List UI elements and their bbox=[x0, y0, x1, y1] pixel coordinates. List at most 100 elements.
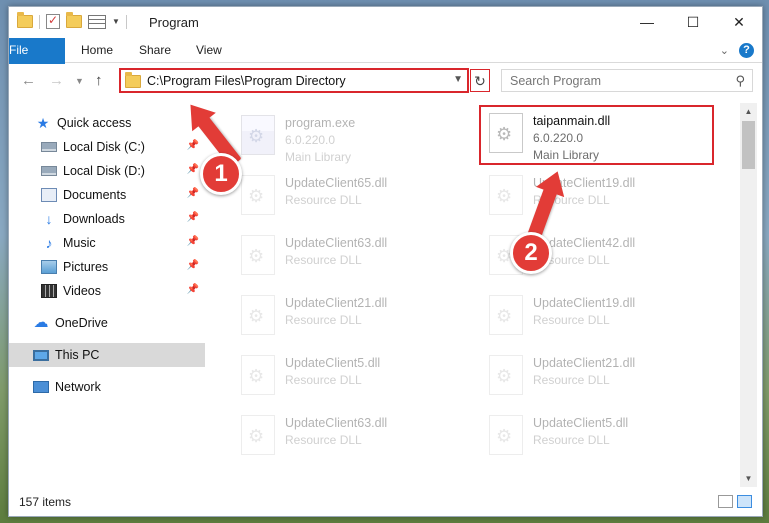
file-item-dll[interactable]: ⚙ UpdateClient21.dll Resource DLL bbox=[481, 349, 716, 401]
address-path[interactable]: C:\Program Files\Program Directory bbox=[147, 74, 346, 88]
sidebar-item-this-pc[interactable]: This PC bbox=[9, 343, 205, 367]
file-description: Main Library bbox=[285, 150, 352, 164]
scrollbar-thumb[interactable] bbox=[742, 121, 755, 169]
network-icon bbox=[33, 381, 49, 393]
file-item-dll[interactable]: ⚙ UpdateClient5.dll Resource DLL bbox=[233, 349, 468, 401]
sidebar-item-quick-access[interactable]: ★ Quick access bbox=[9, 111, 205, 135]
sidebar-item-downloads[interactable]: ↓ Downloads 📌 bbox=[9, 207, 205, 231]
expand-ribbon-chevron-icon[interactable]: ⌄ bbox=[720, 44, 729, 57]
file-item-taipanmain-dll[interactable]: ⚙ taipanmain.dll 6.0.220.0 Main Library bbox=[479, 105, 714, 165]
file-item-program-exe[interactable]: ⚙ program.exe 6.0.220.0 Main Library bbox=[233, 109, 468, 164]
file-name: UpdateClient65.dll bbox=[285, 176, 388, 190]
file-description: Resource DLL bbox=[533, 313, 610, 327]
sidebar-item-label: Pictures bbox=[63, 260, 109, 274]
status-bar: 157 items bbox=[9, 489, 762, 516]
file-name: taipanmain.dll bbox=[533, 114, 611, 128]
file-description: Resource DLL bbox=[285, 433, 362, 447]
file-name: UpdateClient63.dll bbox=[285, 236, 388, 250]
pin-icon[interactable]: 📌 bbox=[187, 188, 199, 199]
sidebar-item-documents[interactable]: Documents 📌 bbox=[9, 183, 205, 207]
minimize-button[interactable]: — bbox=[624, 7, 670, 37]
address-dropdown-chevron-icon[interactable]: ▼ bbox=[453, 74, 463, 85]
sidebar-item-label: Network bbox=[55, 380, 101, 394]
large-icons-view-icon[interactable] bbox=[737, 495, 752, 508]
dll-file-icon: ⚙ bbox=[241, 415, 275, 455]
sidebar-item-label: Music bbox=[63, 236, 96, 250]
file-list: ⚙ program.exe 6.0.220.0 Main Library ⚙ t… bbox=[209, 103, 739, 487]
file-name: program.exe bbox=[285, 116, 356, 130]
documents-icon bbox=[41, 188, 57, 202]
videos-icon bbox=[41, 284, 57, 298]
sidebar-item-label: Local Disk (C:) bbox=[63, 140, 145, 154]
dll-file-icon: ⚙ bbox=[489, 415, 523, 455]
properties-icon[interactable] bbox=[88, 14, 106, 29]
pc-icon bbox=[33, 349, 49, 361]
exe-file-icon: ⚙ bbox=[241, 115, 275, 155]
file-description: Resource DLL bbox=[285, 193, 362, 207]
maximize-button[interactable]: ☐ bbox=[670, 7, 716, 37]
back-arrow-icon[interactable]: ← bbox=[21, 72, 36, 89]
sidebar-item-videos[interactable]: Videos 📌 bbox=[9, 279, 205, 303]
pin-icon[interactable]: 📌 bbox=[187, 140, 199, 151]
file-description: Resource DLL bbox=[533, 433, 610, 447]
file-description: Resource DLL bbox=[533, 373, 610, 387]
file-item-dll[interactable]: ⚙ UpdateClient63.dll Resource DLL bbox=[233, 229, 468, 281]
file-item-dll[interactable]: ⚙ UpdateClient19.dll Resource DLL bbox=[481, 289, 716, 341]
new-folder-icon[interactable] bbox=[66, 12, 82, 28]
tab-view[interactable]: View bbox=[182, 38, 236, 63]
file-name: UpdateClient63.dll bbox=[285, 416, 388, 430]
file-item-dll[interactable]: ⚙ UpdateClient19.dll Resource DLL bbox=[481, 169, 716, 221]
file-description: Resource DLL bbox=[285, 253, 362, 267]
pin-icon[interactable]: 📌 bbox=[187, 164, 199, 175]
file-name: UpdateClient21.dll bbox=[285, 296, 388, 310]
annotation-badge-1: 1 bbox=[200, 153, 242, 195]
file-description: Resource DLL bbox=[285, 373, 362, 387]
disk-icon bbox=[41, 166, 57, 176]
pin-icon[interactable]: 📌 bbox=[187, 260, 199, 271]
dll-file-icon: ⚙ bbox=[241, 235, 275, 275]
ribbon-right-controls: ⌄ ? bbox=[720, 43, 754, 58]
help-icon[interactable]: ? bbox=[739, 43, 754, 58]
search-icon[interactable]: ⚲ bbox=[735, 73, 745, 89]
properties-check-icon[interactable] bbox=[46, 13, 60, 29]
sidebar-item-label: Documents bbox=[63, 188, 127, 202]
annotation-badge-2: 2 bbox=[510, 232, 552, 274]
recent-locations-chevron-icon[interactable]: ▼ bbox=[75, 76, 84, 86]
vertical-scrollbar[interactable]: ▲ ▼ bbox=[740, 103, 757, 487]
dll-file-icon: ⚙ bbox=[489, 175, 523, 215]
file-description: Main Library bbox=[533, 148, 600, 162]
refresh-icon[interactable]: ↻ bbox=[470, 69, 490, 92]
dll-file-icon: ⚙ bbox=[241, 295, 275, 335]
customize-toolbar-dropdown-icon[interactable]: ▼ bbox=[112, 17, 120, 26]
file-item-dll[interactable]: ⚙ UpdateClient21.dll Resource DLL bbox=[233, 289, 468, 341]
forward-arrow-icon[interactable]: → bbox=[49, 72, 64, 89]
search-input[interactable] bbox=[510, 70, 730, 91]
address-bar[interactable]: C:\Program Files\Program Directory ▼ bbox=[119, 68, 469, 93]
file-name: UpdateClient5.dll bbox=[285, 356, 381, 370]
pin-icon[interactable]: 📌 bbox=[187, 212, 199, 223]
sidebar-item-onedrive[interactable]: ☁ OneDrive bbox=[9, 311, 205, 335]
pin-icon[interactable]: 📌 bbox=[187, 284, 199, 295]
navigation-bar: ← → ▼ ↑ C:\Program Files\Program Directo… bbox=[9, 64, 762, 98]
scroll-down-arrow-icon[interactable]: ▼ bbox=[740, 470, 757, 487]
window-title: Program bbox=[149, 15, 199, 30]
disk-icon bbox=[41, 142, 57, 152]
tab-home[interactable]: Home bbox=[67, 38, 127, 63]
sidebar-item-label: OneDrive bbox=[55, 316, 108, 330]
sidebar-item-local-disk-d[interactable]: Local Disk (D:) 📌 bbox=[9, 159, 205, 183]
up-arrow-icon[interactable]: ↑ bbox=[95, 72, 103, 89]
scroll-up-arrow-icon[interactable]: ▲ bbox=[740, 103, 757, 120]
close-button[interactable]: ✕ bbox=[716, 7, 762, 37]
file-item-dll[interactable]: ⚙ UpdateClient5.dll Resource DLL bbox=[481, 409, 716, 461]
sidebar-item-pictures[interactable]: Pictures 📌 bbox=[9, 255, 205, 279]
tab-share[interactable]: Share bbox=[125, 38, 185, 63]
sidebar-item-network[interactable]: Network bbox=[9, 375, 205, 399]
sidebar-item-music[interactable]: ♪ Music 📌 bbox=[9, 231, 205, 255]
sidebar-item-local-disk-c[interactable]: Local Disk (C:) 📌 bbox=[9, 135, 205, 159]
details-view-icon[interactable] bbox=[718, 495, 733, 508]
search-box[interactable]: ⚲ bbox=[501, 69, 753, 92]
file-description: Resource DLL bbox=[285, 313, 362, 327]
file-item-dll[interactable]: ⚙ UpdateClient63.dll Resource DLL bbox=[233, 409, 468, 461]
file-item-dll[interactable]: ⚙ UpdateClient65.dll Resource DLL bbox=[233, 169, 468, 221]
pin-icon[interactable]: 📌 bbox=[187, 236, 199, 247]
